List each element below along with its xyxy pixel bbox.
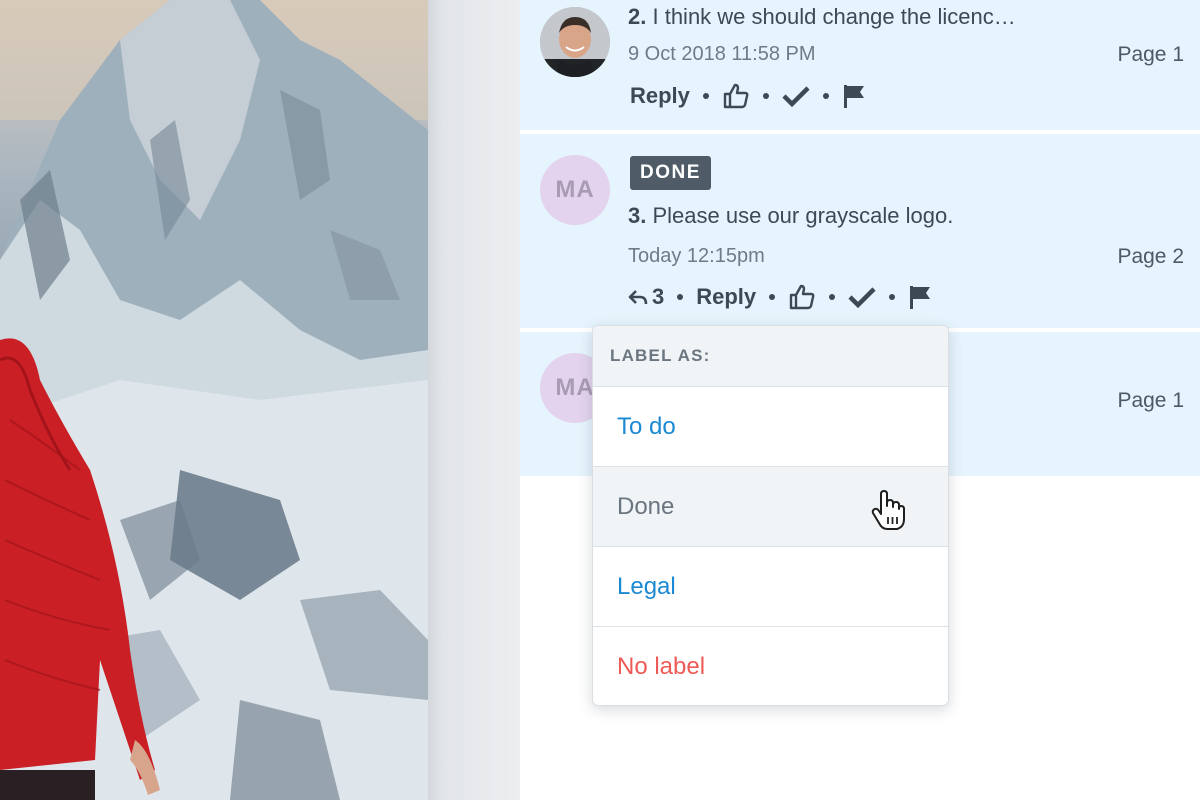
flag-icon[interactable] (842, 83, 866, 109)
separator-dot (702, 93, 709, 99)
label-option-no-label[interactable]: No label (593, 627, 948, 705)
label-menu-header: LABEL AS: (593, 326, 948, 387)
label-option-text: Legal (617, 572, 676, 600)
comment-actions: 3 Reply (628, 283, 932, 311)
separator-dot (822, 93, 829, 99)
thumbs-up-icon[interactable] (722, 82, 750, 110)
user-photo-icon (540, 7, 610, 77)
flag-icon[interactable] (908, 284, 932, 310)
separator-dot (762, 93, 769, 99)
comment-card[interactable]: MA DONE 3. Please use our grayscale logo… (520, 134, 1200, 328)
separator-dot (769, 294, 776, 300)
comment-timestamp: 9 Oct 2018 11:58 PM (628, 43, 816, 65)
separator-dot (829, 294, 836, 300)
document-photo (0, 0, 428, 800)
separator-dot (677, 294, 684, 300)
label-option-todo[interactable]: To do (593, 387, 948, 467)
label-option-legal[interactable]: Legal (593, 547, 948, 627)
page-link[interactable]: Page 1 (1117, 43, 1184, 67)
comment-actions: Reply (630, 82, 866, 110)
comment-number: 3. (628, 203, 647, 228)
comment-timestamp: Today 12:15pm (628, 245, 765, 267)
reply-arrow-icon[interactable] (628, 288, 648, 306)
page-link[interactable]: Page 2 (1117, 245, 1184, 269)
comment-body: Please use our grayscale logo. (652, 203, 954, 228)
reply-button[interactable]: Reply (630, 83, 690, 109)
mountain-photo-illustration (0, 0, 428, 800)
thumbs-up-icon[interactable] (788, 283, 816, 311)
reply-count[interactable]: 3 (652, 284, 664, 310)
label-option-text: Done (617, 492, 675, 520)
avatar[interactable] (540, 7, 610, 77)
avatar[interactable]: MA (540, 155, 610, 225)
label-option-done[interactable]: Done (593, 467, 948, 547)
checkmark-icon[interactable] (782, 84, 810, 108)
comment-card[interactable]: 2. I think we should change the licenc… … (520, 0, 1200, 130)
page-link[interactable]: Page 1 (1117, 389, 1184, 413)
label-option-text: To do (617, 412, 676, 440)
label-option-text: No label (617, 653, 706, 680)
document-gutter (428, 0, 520, 800)
checkmark-icon[interactable] (848, 285, 876, 309)
comment-number: 2. (628, 4, 647, 29)
comment-text: 2. I think we should change the licenc… (628, 4, 1016, 30)
label-menu: LABEL AS: To do Done Legal No label (592, 325, 949, 706)
hand-cursor-icon (871, 489, 905, 538)
comment-body: I think we should change the licenc… (652, 4, 1016, 29)
reply-button[interactable]: Reply (696, 284, 756, 310)
comment-text: 3. Please use our grayscale logo. (628, 203, 953, 229)
status-badge[interactable]: DONE (630, 156, 711, 190)
separator-dot (889, 294, 896, 300)
